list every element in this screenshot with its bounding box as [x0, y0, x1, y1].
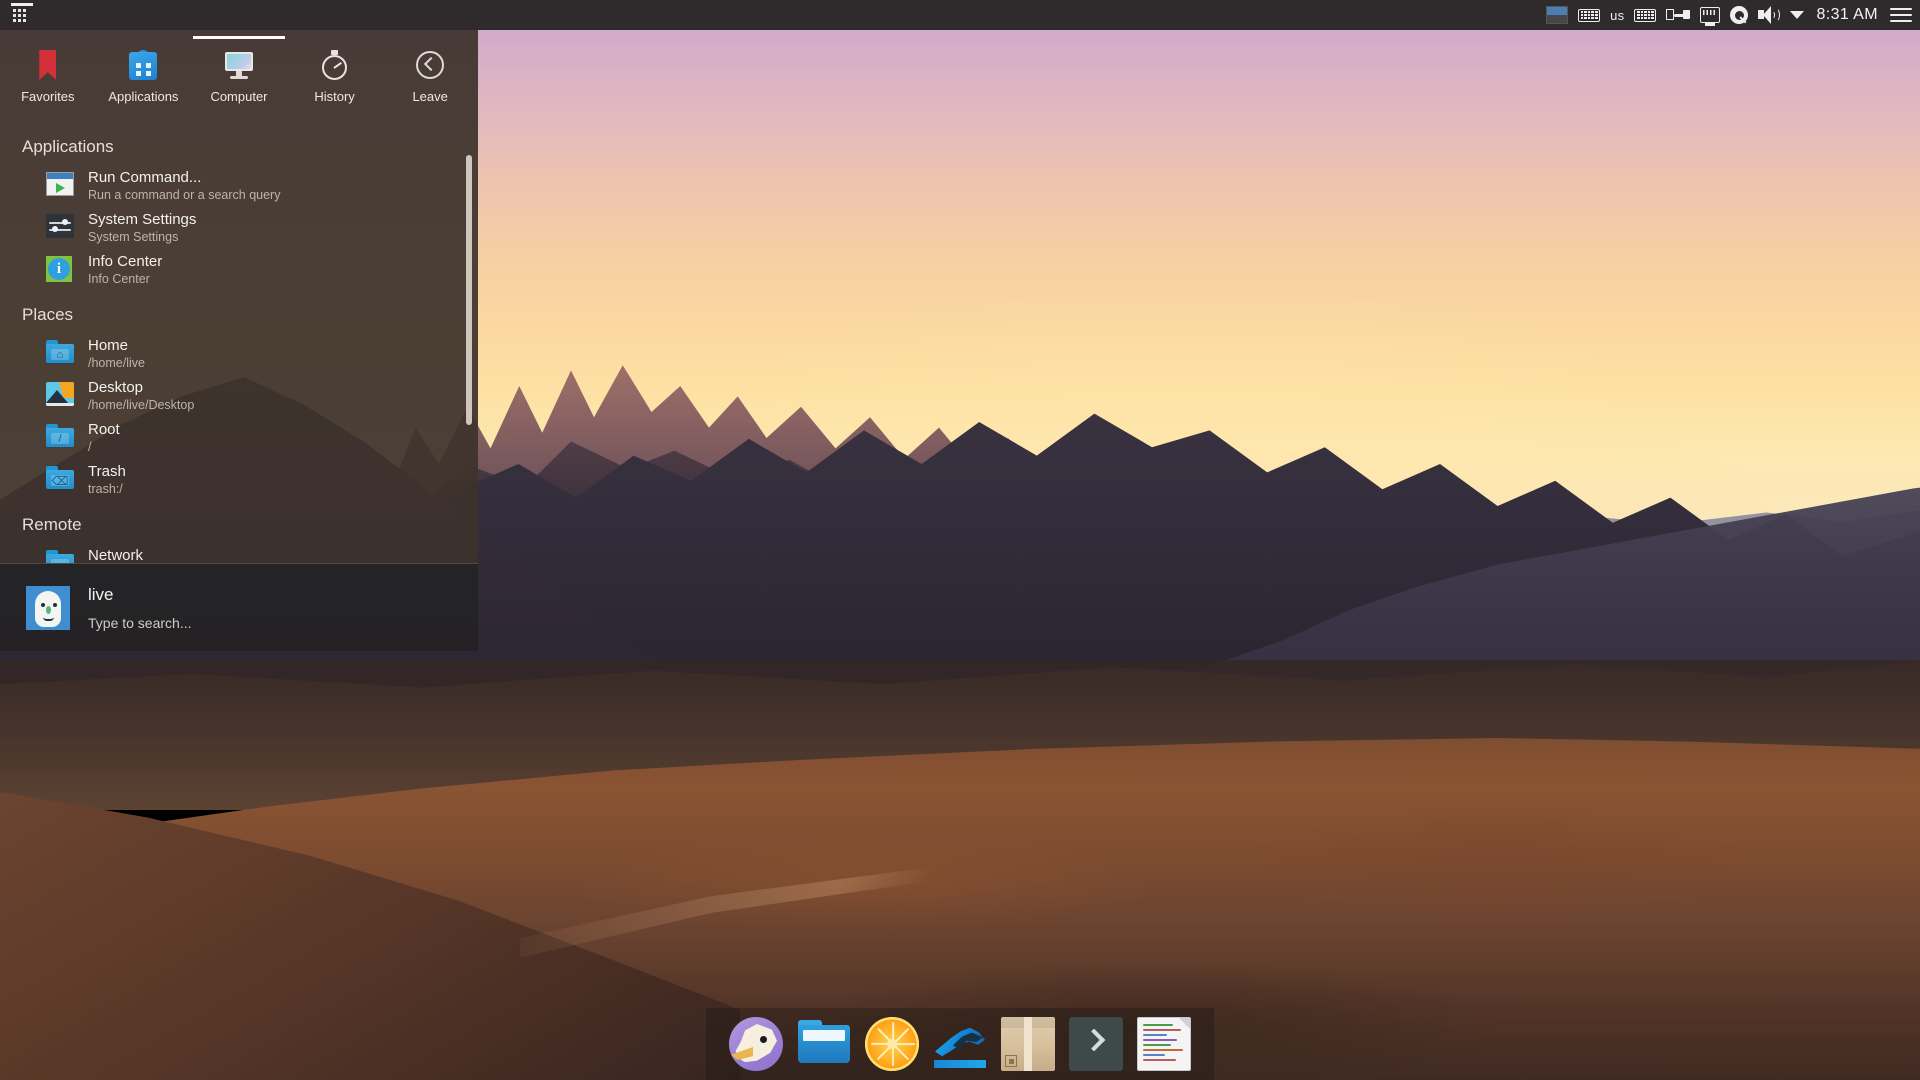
desktop-pager[interactable] — [1546, 6, 1568, 24]
dock-item-clementine-music[interactable] — [859, 1013, 925, 1075]
list-item-run-command[interactable]: Run Command... Run a command or a search… — [0, 165, 478, 207]
home-folder-icon: ⌂ — [46, 340, 74, 368]
dock-item-dolphin-files[interactable] — [791, 1013, 857, 1075]
desktop-folder-icon — [46, 382, 74, 410]
list-item-title: Network — [88, 547, 143, 563]
tab-active-indicator — [193, 36, 285, 39]
stopwatch-icon — [318, 48, 352, 82]
list-item-desktop[interactable]: Desktop /home/live/Desktop — [0, 375, 478, 417]
list-item-subtitle: Run a command or a search query — [88, 188, 280, 203]
avatar[interactable] — [26, 586, 70, 630]
list-item-title: Home — [88, 337, 145, 355]
menu-scrollbar-thumb[interactable] — [466, 155, 472, 425]
list-item-subtitle: / — [88, 440, 120, 455]
keyboard-layout-label[interactable]: us — [1610, 8, 1624, 23]
menu-scrollbar[interactable] — [466, 127, 472, 559]
tab-label: Favorites — [21, 89, 74, 104]
tab-computer[interactable]: Computer — [191, 36, 287, 123]
list-item-title: Root — [88, 421, 120, 439]
keyboard-icon[interactable] — [1578, 9, 1600, 22]
dock-item-konsole-terminal[interactable] — [1063, 1013, 1129, 1075]
dock-item-falkon-browser[interactable] — [723, 1013, 789, 1075]
tab-label: Applications — [108, 89, 178, 104]
terminal-icon — [1069, 1017, 1123, 1071]
info-center-icon: i — [46, 256, 74, 284]
tab-label: History — [314, 89, 354, 104]
kickoff-list-area: Applications Run Command... Run a comman… — [0, 123, 478, 563]
run-command-icon — [46, 172, 74, 200]
group-header-remote: Remote — [0, 501, 478, 543]
wired-network-icon[interactable] — [1700, 7, 1720, 23]
clementine-icon — [865, 1017, 919, 1071]
app-bag-icon — [126, 48, 160, 82]
monitor-icon — [222, 48, 256, 82]
system-tray: us 8:31 AM — [1546, 6, 1920, 24]
kickoff-application-menu: Favorites Applications Compu — [0, 30, 478, 651]
network-folder-icon: ☁ — [46, 550, 74, 563]
dolphin-icon — [797, 1017, 851, 1071]
list-item-subtitle: trash:/ — [88, 482, 126, 497]
list-item-home[interactable]: ⌂ Home /home/live — [0, 333, 478, 375]
trash-folder-icon: ⌫ — [46, 466, 74, 494]
tab-history[interactable]: History — [287, 36, 383, 123]
list-item-subtitle: /home/live/Desktop — [88, 398, 194, 413]
list-item-network[interactable]: ☁ Network remote:/ — [0, 543, 478, 563]
search-input[interactable]: Type to search... — [88, 615, 192, 631]
grid-dots-icon — [13, 9, 26, 22]
group-header-applications: Applications — [0, 123, 478, 165]
group-header-places: Places — [0, 291, 478, 333]
application-dock — [706, 1008, 1214, 1080]
show-hidden-icons-caret[interactable] — [1790, 11, 1804, 19]
list-item-subtitle: Info Center — [88, 272, 162, 287]
list-item-title: System Settings — [88, 211, 196, 229]
kickoff-scroll-content: Applications Run Command... Run a comman… — [0, 123, 478, 563]
krita-icon — [933, 1017, 987, 1071]
dock-item-package-manager[interactable] — [995, 1013, 1061, 1075]
tab-label: Leave — [412, 89, 447, 104]
top-panel: us 8:31 AM — [0, 0, 1920, 30]
search-disabled-icon[interactable] — [1730, 6, 1748, 24]
system-settings-icon — [46, 214, 74, 242]
list-item-subtitle: /home/live — [88, 356, 145, 371]
top-panel-left — [0, 2, 32, 28]
kickoff-footer: live Type to search... — [0, 563, 478, 651]
list-item-title: Trash — [88, 463, 126, 481]
list-item-root[interactable]: / Root / — [0, 417, 478, 459]
falkon-icon — [729, 1017, 783, 1071]
list-item-system-settings[interactable]: System Settings System Settings — [0, 207, 478, 249]
bookmark-icon — [31, 48, 65, 82]
keyboard-layout-icon[interactable] — [1634, 9, 1656, 22]
list-item-title: Info Center — [88, 253, 162, 271]
hamburger-menu-icon[interactable] — [1890, 8, 1912, 22]
volume-icon[interactable] — [1758, 6, 1780, 24]
leave-icon — [413, 48, 447, 82]
list-item-title: Desktop — [88, 379, 194, 397]
list-item-trash[interactable]: ⌫ Trash trash:/ — [0, 459, 478, 501]
user-name: live — [88, 585, 192, 605]
application-launcher-button[interactable] — [6, 2, 32, 28]
tab-applications[interactable]: Applications — [96, 36, 192, 123]
list-item-title: Run Command... — [88, 169, 280, 187]
package-box-icon — [1001, 1017, 1055, 1071]
clock[interactable]: 8:31 AM — [1814, 6, 1880, 24]
dock-item-kate-editor[interactable] — [1131, 1013, 1197, 1075]
tab-label: Computer — [210, 89, 267, 104]
tab-leave[interactable]: Leave — [382, 36, 478, 123]
tab-favorites[interactable]: Favorites — [0, 36, 96, 123]
launcher-active-indicator — [11, 3, 33, 6]
desktop-screen: us 8:31 AM — [0, 0, 1920, 1080]
usb-device-icon[interactable] — [1666, 8, 1690, 22]
text-editor-icon — [1137, 1017, 1191, 1071]
dock-item-krita-paint[interactable] — [927, 1013, 993, 1075]
root-folder-icon: / — [46, 424, 74, 452]
kickoff-tab-bar: Favorites Applications Compu — [0, 30, 478, 123]
list-item-info-center[interactable]: i Info Center Info Center — [0, 249, 478, 291]
list-item-subtitle: System Settings — [88, 230, 196, 245]
